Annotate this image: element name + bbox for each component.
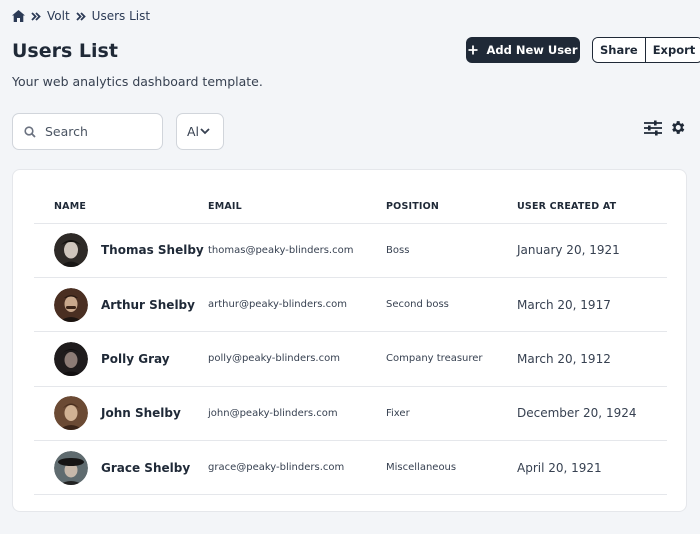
user-created-at: January 20, 1921: [517, 223, 667, 278]
column-header-position[interactable]: Position: [386, 190, 517, 224]
user-email: john@peaky-blinders.com: [208, 386, 386, 442]
user-name: Polly Gray: [101, 351, 170, 366]
breadcrumb-current: Users List: [91, 9, 151, 23]
double-chevron-right-icon: [76, 11, 86, 21]
breadcrumb: Volt Users List: [12, 9, 150, 23]
add-new-user-label: Add New User: [486, 43, 578, 57]
plus-icon: [468, 45, 478, 55]
user-name: Arthur Shelby: [101, 297, 195, 312]
user-created-at: December 20, 1924: [517, 386, 667, 442]
column-header-email[interactable]: Email: [208, 190, 386, 224]
user-position: Second boss: [386, 277, 517, 333]
user-name: Thomas Shelby: [101, 243, 204, 258]
table-row[interactable]: Grace Shelby grace@peaky-blinders.com Mi…: [34, 440, 667, 496]
user-email: grace@peaky-blinders.com: [208, 440, 386, 496]
add-new-user-button[interactable]: Add New User: [466, 37, 580, 63]
avatar: [54, 396, 88, 431]
table-header-row: Name Email Position User Created at: [34, 190, 667, 224]
sliders-icon[interactable]: [644, 120, 662, 136]
filter-select[interactable]: All: [176, 113, 224, 150]
filter-select-value: All: [187, 124, 200, 139]
users-card: Name Email Position User Created at Thom…: [12, 169, 687, 512]
gear-icon[interactable]: [669, 119, 686, 136]
chevron-down-icon: [200, 128, 210, 135]
page-subtitle: Your web analytics dashboard template.: [12, 74, 263, 89]
column-header-name[interactable]: Name: [34, 190, 208, 224]
user-created-at: March 20, 1917: [517, 277, 667, 333]
table-row[interactable]: Arthur Shelby arthur@peaky-blinders.com …: [34, 277, 667, 333]
home-icon[interactable]: [12, 10, 25, 22]
user-position: Company treasurer: [386, 331, 517, 387]
avatar: [54, 341, 88, 376]
user-email: polly@peaky-blinders.com: [208, 331, 386, 387]
table-row[interactable]: John Shelby john@peaky-blinders.com Fixe…: [34, 386, 667, 442]
users-table: Name Email Position User Created at Thom…: [34, 190, 667, 496]
user-position: Fixer: [386, 386, 517, 442]
search-icon: [24, 125, 36, 138]
table-row[interactable]: Polly Gray polly@peaky-blinders.com Comp…: [34, 331, 667, 387]
avatar: [54, 450, 88, 485]
user-position: Boss: [386, 223, 517, 278]
avatar: [54, 233, 88, 268]
share-button[interactable]: Share: [593, 38, 645, 62]
user-created-at: April 20, 1921: [517, 440, 667, 496]
user-position: Miscellaneous: [386, 440, 517, 496]
user-created-at: March 20, 1912: [517, 331, 667, 387]
page-title: Users List: [12, 40, 118, 62]
breadcrumb-link-volt[interactable]: Volt: [47, 9, 70, 23]
user-email: thomas@peaky-blinders.com: [208, 223, 386, 278]
avatar: [54, 287, 88, 322]
user-email: arthur@peaky-blinders.com: [208, 277, 386, 333]
user-name: Grace Shelby: [101, 460, 191, 475]
share-export-group: Share Export: [592, 37, 700, 63]
search-input[interactable]: [45, 124, 145, 139]
search-box: [12, 113, 163, 150]
double-chevron-right-icon: [31, 11, 41, 21]
table-row[interactable]: Thomas Shelby thomas@peaky-blinders.com …: [34, 223, 667, 278]
table-tools: [644, 119, 686, 136]
user-name: John Shelby: [101, 406, 181, 421]
export-button[interactable]: Export: [644, 38, 700, 62]
column-header-created[interactable]: User Created at: [517, 190, 667, 224]
